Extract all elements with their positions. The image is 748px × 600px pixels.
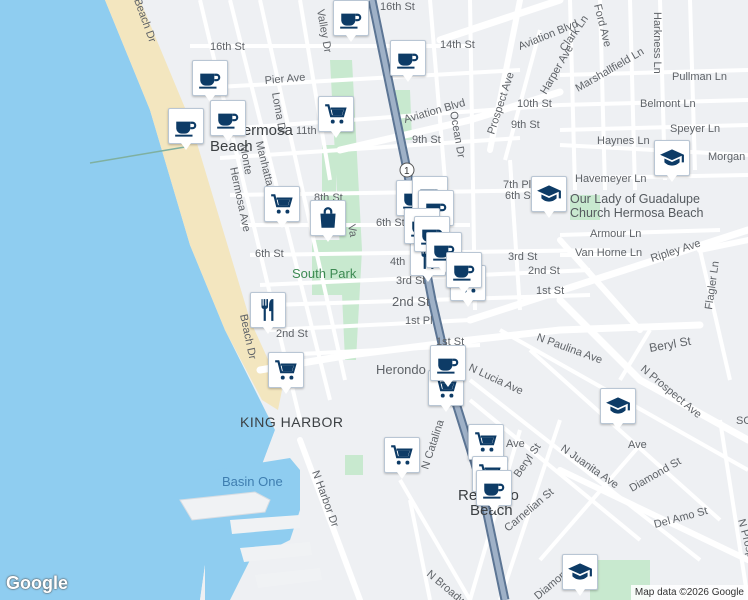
coffee-icon xyxy=(173,113,199,139)
coffee-icon xyxy=(395,45,421,71)
label-havemeyer-ln: Havemeyer Ln xyxy=(575,173,647,185)
label-poi-church-1: Our Lady of Guadalupe xyxy=(570,192,700,206)
svg-text:1: 1 xyxy=(404,166,410,177)
label-herondo: Herondo xyxy=(376,362,426,377)
label-2nd-st-c: 2nd St xyxy=(276,328,308,340)
coffee-icon xyxy=(197,65,223,91)
google-logo: Google xyxy=(6,573,68,593)
map-marker-cart[interactable] xyxy=(264,186,300,228)
label-16th-st-b: 16th St xyxy=(380,1,415,13)
label-ave-a: Ave xyxy=(506,438,525,450)
map-marker-school[interactable] xyxy=(531,176,567,218)
map-marker-cart[interactable] xyxy=(318,96,354,138)
label-basin-one: Basin One xyxy=(222,474,283,489)
map-marker-coffee[interactable] xyxy=(333,0,369,42)
coffee-icon xyxy=(451,257,477,283)
label-king-harbor: KING HARBOR xyxy=(240,414,344,430)
map-marker-shopping-bag[interactable] xyxy=(310,200,346,242)
school-icon xyxy=(605,393,631,419)
map-marker-cart[interactable] xyxy=(384,437,420,479)
label-1st-st-a: 1st St xyxy=(536,285,564,297)
label-9th-st-b: 9th St xyxy=(511,119,540,131)
label-10th-st: 10th St xyxy=(517,98,552,110)
label-4th: 4th xyxy=(390,256,405,268)
label-pullman-ln: Pullman Ln xyxy=(672,71,727,83)
coffee-icon xyxy=(338,5,364,31)
map-marker-school[interactable] xyxy=(562,554,598,596)
label-3rd-st-a: 3rd St xyxy=(396,275,425,287)
label-11th: 11th xyxy=(296,125,317,137)
map-marker-coffee[interactable] xyxy=(168,108,204,150)
label-6th-st-b: 6th St xyxy=(255,248,284,260)
label-16th-st-a: 16th St xyxy=(210,41,245,53)
map-marker-school[interactable] xyxy=(600,388,636,430)
label-harkness-ln: Harkness Ln xyxy=(651,12,663,74)
label-van-horne-ln: Van Horne Ln xyxy=(575,247,642,259)
map-canvas[interactable]: 1 16th St 16th St 14th St Aviation Blvd … xyxy=(0,0,748,600)
label-haynes-ln: Haynes Ln xyxy=(597,135,650,147)
cart-icon xyxy=(273,357,299,383)
map-marker-school[interactable] xyxy=(654,140,690,182)
map-marker-cart[interactable] xyxy=(268,352,304,394)
map-marker-cart[interactable] xyxy=(468,424,504,466)
label-6th-st-a: 6th St xyxy=(376,217,405,229)
label-ave-b: Ave xyxy=(628,439,647,451)
map-marker-coffee[interactable] xyxy=(476,470,512,512)
label-3rd-st-b: 3rd St xyxy=(508,251,537,263)
label-14th-st: 14th St xyxy=(440,39,475,51)
label-poi-church-2: Church Hermosa Beach xyxy=(570,206,703,220)
label-6th-st-c: 6th St xyxy=(505,190,534,202)
coffee-icon xyxy=(215,105,241,131)
school-icon xyxy=(536,181,562,207)
label-armour-ln: Armour Ln xyxy=(590,228,641,240)
label-2nd-st-a: 2nd St xyxy=(392,294,430,309)
label-speyer-ln: Speyer Ln xyxy=(670,123,720,135)
label-2nd-st-b: 2nd St xyxy=(528,265,560,277)
map-marker-restaurant[interactable] xyxy=(250,292,286,334)
map-marker-coffee[interactable] xyxy=(390,40,426,82)
map-marker-coffee[interactable] xyxy=(446,252,482,294)
cart-icon xyxy=(389,442,415,468)
cart-icon xyxy=(473,429,499,455)
label-so: SO xyxy=(736,415,748,427)
coffee-icon xyxy=(435,350,461,376)
map-marker-coffee[interactable] xyxy=(210,100,246,142)
shopping-bag-icon xyxy=(315,205,341,231)
route-1-shield: 1 xyxy=(399,162,415,178)
cart-icon xyxy=(323,101,349,127)
label-morgan: Morgan xyxy=(708,151,745,163)
label-belmont-ln: Belmont Ln xyxy=(640,98,696,110)
map-marker-coffee[interactable] xyxy=(430,345,466,387)
cart-icon xyxy=(269,191,295,217)
label-south-park: South Park xyxy=(292,266,357,281)
restaurant-icon xyxy=(255,297,281,323)
map-attribution[interactable]: Map data ©2026 Google xyxy=(630,585,748,600)
coffee-icon xyxy=(481,475,507,501)
school-icon xyxy=(659,145,685,171)
school-icon xyxy=(567,559,593,585)
park-lot xyxy=(345,455,363,475)
label-9th-st-a: 9th St xyxy=(412,134,441,146)
label-1st-pl: 1st Pl xyxy=(405,315,433,327)
map-marker-coffee[interactable] xyxy=(192,60,228,102)
